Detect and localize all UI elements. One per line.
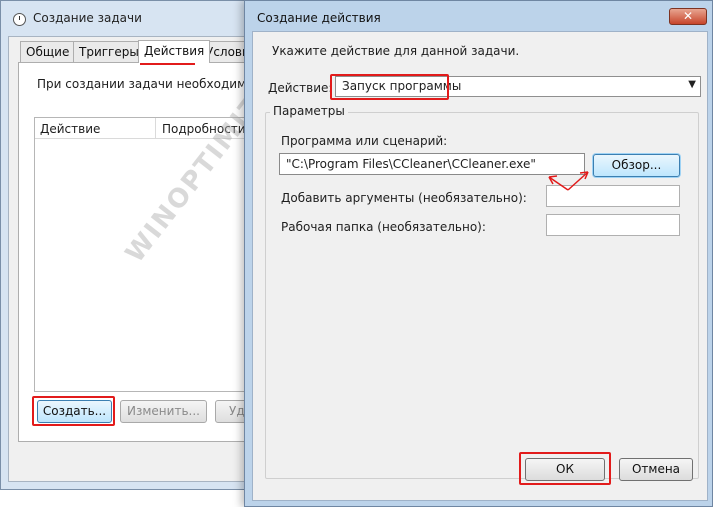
actions-list[interactable]: Действие Подробности	[34, 117, 253, 392]
dialog-body: Укажите действие для данной задачи. Дейс…	[252, 31, 708, 501]
close-icon[interactable]: ✕	[669, 8, 707, 25]
tab-triggers[interactable]: Триггеры	[73, 41, 145, 62]
clock-icon	[13, 13, 26, 26]
action-select-highlight	[330, 74, 449, 100]
column-header-details[interactable]: Подробности	[162, 122, 246, 136]
dialog-prompt: Укажите действие для данной задачи.	[272, 44, 520, 58]
working-folder-label: Рабочая папка (необязательно):	[281, 220, 486, 234]
tab-general[interactable]: Общие	[20, 41, 76, 62]
column-header-action[interactable]: Действие	[40, 122, 100, 136]
dialog-title: Создание действия	[257, 11, 381, 25]
tab-actions[interactable]: Действия	[138, 40, 211, 63]
tab-actions-highlight	[140, 63, 195, 65]
program-label: Программа или сценарий:	[281, 134, 448, 148]
action-label: Действие:	[268, 81, 333, 95]
edit-button[interactable]: Изменить...	[120, 400, 207, 423]
action-dialog: Создание действия ✕ Укажите действие для…	[244, 0, 713, 507]
cancel-button[interactable]: Отмена	[619, 458, 693, 481]
ok-button-highlight	[519, 452, 611, 485]
actions-info-text: При создании задачи необходимо ука	[37, 77, 252, 91]
column-divider[interactable]	[155, 118, 156, 138]
arguments-field[interactable]	[546, 185, 680, 207]
working-folder-field[interactable]	[546, 214, 680, 236]
task-window-title: Создание задачи	[33, 11, 142, 25]
program-field-value: "C:\Program Files\CCleaner\CCleaner.exe"	[286, 157, 536, 171]
browse-button[interactable]: Обзор...	[593, 154, 680, 177]
actions-list-header: Действие Подробности	[35, 118, 253, 139]
parameters-group-label: Параметры	[270, 104, 348, 118]
create-button-highlight	[32, 396, 115, 426]
program-field[interactable]: "C:\Program Files\CCleaner\CCleaner.exe"	[279, 153, 585, 175]
arguments-label: Добавить аргументы (необязательно):	[281, 191, 527, 205]
chevron-down-icon[interactable]: ▼	[688, 79, 696, 90]
task-window-titlebar[interactable]: Создание задачи	[1, 1, 251, 37]
